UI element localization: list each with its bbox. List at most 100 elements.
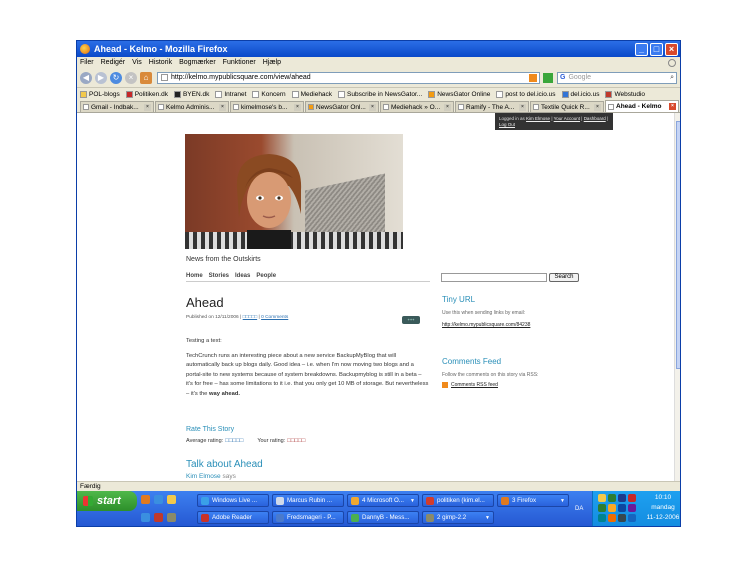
bookmark-item[interactable]: Politiken.dk — [125, 90, 168, 98]
mail-icon[interactable] — [167, 495, 176, 504]
stop-button[interactable]: × — [125, 71, 137, 84]
rss-icon[interactable] — [529, 73, 537, 82]
bookmark-item[interactable]: del.icio.us — [561, 90, 599, 98]
menu-hjaelp[interactable]: Hjælp — [263, 59, 281, 66]
menu-funktioner[interactable]: Funktioner — [223, 59, 256, 66]
site-search-button[interactable]: Search — [549, 273, 579, 282]
bookmark-item[interactable]: BYEN.dk — [173, 90, 209, 98]
comments-rss-link[interactable]: Comments RSS feed — [442, 382, 498, 388]
tray-icon[interactable] — [628, 514, 636, 522]
user-link[interactable]: Kim Elmose — [526, 116, 550, 121]
tab-close-icon[interactable]: × — [369, 103, 376, 111]
nav-ideas[interactable]: Ideas — [235, 273, 250, 279]
task-microsoft-office[interactable]: 4 Microsoft O... ▼ — [347, 494, 419, 507]
tray-icon[interactable] — [598, 514, 606, 522]
ie-icon[interactable] — [141, 513, 150, 522]
task-marcus-rubin[interactable]: Marcus Rubin ... — [272, 494, 344, 507]
tab-mediehack[interactable]: Mediehack » O... × — [380, 101, 454, 112]
back-button[interactable]: ◀ — [80, 71, 92, 84]
forward-button[interactable]: ▶ — [95, 71, 107, 84]
tags-link[interactable]: □□□□□ — [243, 315, 258, 320]
google-icon[interactable]: G — [560, 73, 565, 83]
bookmark-item[interactable]: Mediehack — [291, 90, 332, 98]
menu-filer[interactable]: Filer — [80, 59, 94, 66]
url-text[interactable]: http://kelmo.mypublicsquare.com/view/ahe… — [171, 73, 529, 83]
minimize-button[interactable]: _ — [635, 42, 648, 56]
url-bar[interactable]: http://kelmo.mypublicsquare.com/view/ahe… — [157, 71, 540, 84]
tray-icon[interactable] — [618, 494, 626, 502]
tray-icon[interactable] — [608, 494, 616, 502]
tab-textile[interactable]: Textile Quick R... × — [530, 101, 604, 112]
your-rating-stars[interactable]: □□□□□ — [287, 438, 305, 444]
bookmark-item[interactable]: Koncern — [252, 90, 286, 98]
task-gimp[interactable]: 2 gimp-2.2 ▼ — [422, 511, 494, 524]
bookmark-item[interactable]: Intranet — [215, 90, 246, 98]
bookmark-item[interactable]: Webstudio — [605, 90, 645, 98]
go-button[interactable] — [543, 72, 553, 83]
task-windows-live[interactable]: Windows Live ... — [197, 494, 269, 507]
task-politiken[interactable]: politiken (kim.el... — [422, 494, 494, 507]
gmail-icon — [83, 104, 89, 110]
tray-icon[interactable] — [608, 514, 616, 522]
nav-stories[interactable]: Stories — [209, 273, 229, 279]
tray-icon[interactable] — [628, 504, 636, 512]
tab-newsgator[interactable]: NewsGator Onl... × — [305, 101, 379, 112]
tray-icon[interactable] — [618, 514, 626, 522]
tab-gmail[interactable]: Gmail - Indbak... × — [80, 101, 154, 112]
tray-icon[interactable] — [628, 494, 636, 502]
newsgator-icon — [428, 90, 436, 98]
tab-kelmo-admin[interactable]: Kelmo Adminis... × — [155, 101, 229, 112]
close-button[interactable]: × — [665, 42, 678, 56]
menu-vis[interactable]: Vis — [132, 59, 142, 66]
tab-kimelmose[interactable]: kimelmose's b... × — [230, 101, 304, 112]
bookmark-item[interactable]: Subscribe in NewsGator... — [338, 90, 422, 98]
nav-home[interactable]: Home — [186, 273, 203, 279]
language-indicator[interactable]: DA — [575, 506, 583, 512]
tab-close-icon[interactable]: × — [594, 103, 601, 111]
search-icon[interactable]: ⌕ — [670, 73, 674, 83]
comment-author-link[interactable]: Kim Elmose — [186, 473, 221, 480]
tray-icon[interactable] — [598, 504, 606, 512]
tab-close-icon[interactable]: × — [444, 103, 451, 111]
tray-icon[interactable] — [608, 504, 616, 512]
tab-close-icon[interactable]: × — [144, 103, 151, 111]
nav-people[interactable]: People — [256, 273, 276, 279]
tab-close-icon[interactable]: × — [219, 103, 226, 111]
tab-close-icon[interactable]: × — [669, 103, 676, 110]
dashboard-link[interactable]: Dashboard — [584, 116, 606, 121]
reload-button[interactable]: ↻ — [110, 71, 122, 84]
home-button[interactable]: ⌂ — [140, 71, 152, 84]
scrollbar-thumb[interactable] — [676, 121, 680, 369]
bookmark-item[interactable]: NewsGator Online — [428, 90, 490, 98]
menu-historik[interactable]: Historik — [149, 59, 172, 66]
your-account-link[interactable]: Your Account — [554, 116, 580, 121]
task-dannyb[interactable]: DannyB - Mess... — [347, 511, 419, 524]
tab-close-icon[interactable]: × — [294, 103, 301, 111]
search-input[interactable]: G Google ⌕ — [557, 71, 677, 84]
maximize-button[interactable]: □ — [650, 42, 663, 56]
vertical-scrollbar[interactable] — [674, 113, 680, 481]
share-button[interactable]: +++ — [402, 316, 420, 324]
ie-icon[interactable] — [154, 495, 163, 504]
start-button[interactable]: start — [77, 491, 137, 511]
firefox-icon[interactable] — [141, 495, 150, 504]
tab-close-icon[interactable]: × — [519, 103, 526, 111]
gimp-icon[interactable] — [167, 513, 176, 522]
media-icon[interactable] — [154, 513, 163, 522]
clock[interactable]: 10:10 mandag 11-12-2006 — [645, 493, 680, 523]
task-fredsmageri[interactable]: Fredsmageri - P... — [272, 511, 344, 524]
logout-link[interactable]: Log Out — [499, 122, 515, 127]
tray-icon[interactable] — [598, 494, 606, 502]
task-firefox[interactable]: 3 Firefox ▼ — [497, 494, 569, 507]
site-search-input[interactable] — [441, 273, 547, 282]
menu-bogmaerker[interactable]: Bogmærker — [179, 59, 216, 66]
bookmark-item[interactable]: POL-blogs — [80, 90, 120, 98]
tab-ramify[interactable]: Ramify - The A... × — [455, 101, 529, 112]
tab-ahead-kelmo[interactable]: Ahead - Kelmo × — [605, 100, 679, 112]
tray-icon[interactable] — [618, 504, 626, 512]
tiny-url-link[interactable]: http://kelmo.mypublicsquare.com/84238 — [442, 322, 530, 328]
comments-link[interactable]: 0 Comments — [261, 315, 288, 320]
bookmark-item[interactable]: post to del.icio.us — [496, 90, 556, 98]
task-adobe-reader[interactable]: Adobe Reader — [197, 511, 269, 524]
menu-rediger[interactable]: Redigér — [101, 59, 126, 66]
